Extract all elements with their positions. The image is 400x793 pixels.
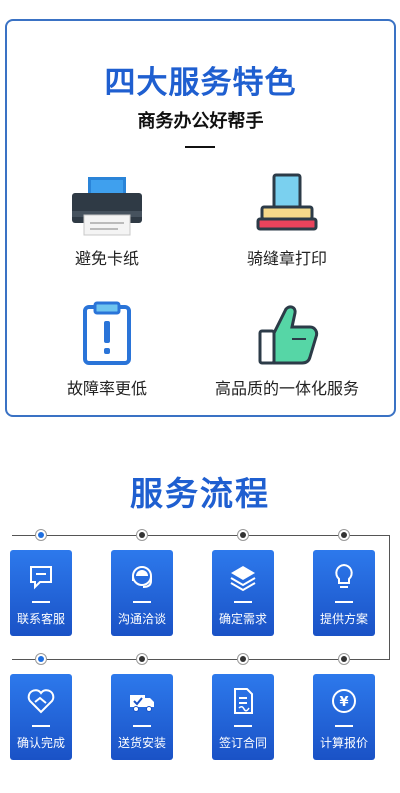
headset-icon [127, 562, 157, 592]
process-dot [136, 653, 148, 665]
step-label: 签订合同 [218, 736, 267, 750]
stamp-icon [246, 171, 328, 237]
feature-label: 故障率更低 [66, 379, 147, 398]
step-label: 联系客服 [16, 612, 65, 626]
process-step-solution[interactable]: 提供方案 [313, 550, 375, 636]
process-step-contact[interactable]: 联系客服 [10, 550, 72, 636]
feature-item-integrated-service: 高品质的一体化服务 [192, 301, 382, 399]
process-step-contract[interactable]: 签订合同 [212, 674, 274, 760]
step-label: 沟通洽谈 [117, 612, 166, 626]
layers-icon [228, 562, 258, 592]
process-step-delivery[interactable]: 送货安装 [111, 674, 173, 760]
step-label: 确定需求 [218, 612, 267, 626]
features-title: 四大服务特色 [104, 65, 297, 101]
process-dot [35, 653, 47, 665]
features-card: 四大服务特色 商务办公好帮手 避免卡纸 骑缝章打印 故障率更低 高品质的一体化服… [5, 19, 396, 417]
process-track-right [389, 535, 390, 659]
process-title: 服务流程 [130, 474, 270, 513]
process-track-middle [12, 659, 390, 660]
clipboard-alert-icon [66, 301, 148, 367]
feature-label: 骑缝章打印 [246, 249, 327, 268]
delivery-truck-icon [127, 686, 157, 716]
process-dot [136, 529, 148, 541]
process-dot [338, 529, 350, 541]
feature-item-lower-failure: 故障率更低 [12, 301, 202, 399]
process-dot [237, 529, 249, 541]
title-divider [185, 146, 215, 148]
step-label: 提供方案 [319, 612, 368, 626]
process-step-confirm[interactable]: 确认完成 [10, 674, 72, 760]
svg-text:¥: ¥ [339, 695, 348, 710]
feature-item-avoid-jam: 避免卡纸 [12, 171, 202, 269]
features-subtitle: 商务办公好帮手 [137, 111, 264, 132]
feature-label: 高品质的一体化服务 [214, 379, 359, 398]
process-step-requirements[interactable]: 确定需求 [212, 550, 274, 636]
process-track-top [12, 535, 390, 536]
chat-icon [26, 562, 56, 592]
feature-item-seam-stamp: 骑缝章打印 [192, 171, 382, 269]
printer-icon [66, 171, 148, 237]
step-label: 计算报价 [319, 736, 368, 750]
yen-icon: ¥ [329, 686, 359, 716]
process-dot [35, 529, 47, 541]
step-label: 送货安装 [117, 736, 166, 750]
step-label: 确认完成 [16, 736, 65, 750]
process-step-quote[interactable]: ¥ 计算报价 [313, 674, 375, 760]
thumbs-up-icon [246, 301, 328, 367]
process-step-negotiate[interactable]: 沟通洽谈 [111, 550, 173, 636]
handshake-icon [26, 686, 56, 716]
lightbulb-icon [329, 562, 359, 592]
process-dot [338, 653, 350, 665]
process-dot [237, 653, 249, 665]
feature-label: 避免卡纸 [74, 249, 139, 268]
contract-icon [228, 686, 258, 716]
